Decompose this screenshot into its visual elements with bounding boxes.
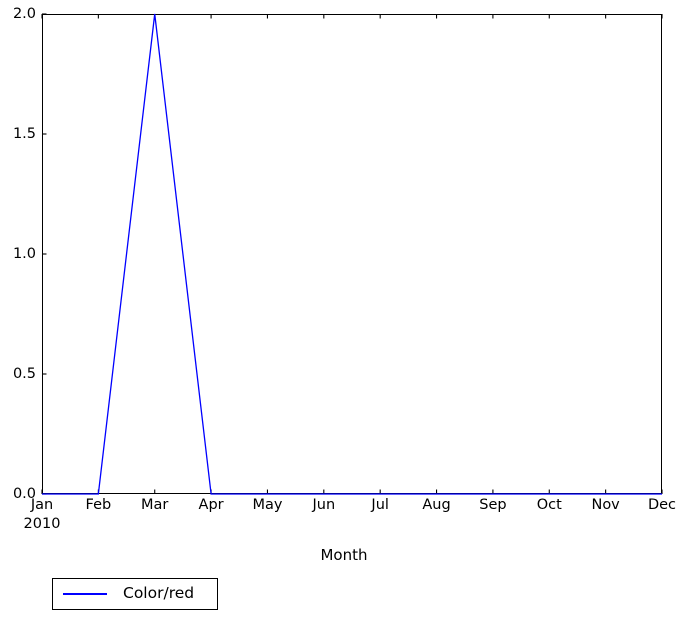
legend-line-sample [63, 593, 107, 595]
x-tick-label: Mar [141, 497, 169, 513]
y-tick-marks [42, 13, 47, 495]
x-axis-year-label: 2010 [23, 516, 61, 532]
x-tick-label: Feb [85, 497, 112, 513]
series-lines [42, 13, 662, 495]
y-tick-label: 0.5 [12, 365, 36, 382]
x-axis-title: Month [320, 546, 368, 564]
x-tick-label: Jun [312, 497, 336, 513]
x-tick-label: Apr [198, 497, 224, 513]
x-tick-marks [41, 14, 663, 494]
legend-box: Color/red [52, 578, 218, 610]
y-tick-label: 1.5 [12, 125, 36, 142]
x-tick-label: Jan [30, 497, 54, 513]
legend-label: Color/red [123, 584, 195, 603]
x-tick-label: Oct [536, 497, 562, 513]
x-tick-label: Sep [479, 497, 507, 513]
x-tick-label: Aug [422, 497, 451, 513]
x-tick-label: Dec [647, 497, 677, 513]
series-line [42, 13, 662, 495]
x-tick-label: May [252, 497, 283, 513]
y-tick-label: 2.0 [12, 5, 36, 22]
plot-area [41, 13, 663, 495]
y-tick-label: 1.0 [12, 245, 36, 262]
figure-canvas: 0.0 0.5 1.0 1.5 2.0 Jan Feb Mar Apr May Jun Jul Aug… [0, 0, 688, 621]
x-tick-label: Jul [371, 497, 389, 513]
x-tick-label: Nov [591, 497, 620, 513]
